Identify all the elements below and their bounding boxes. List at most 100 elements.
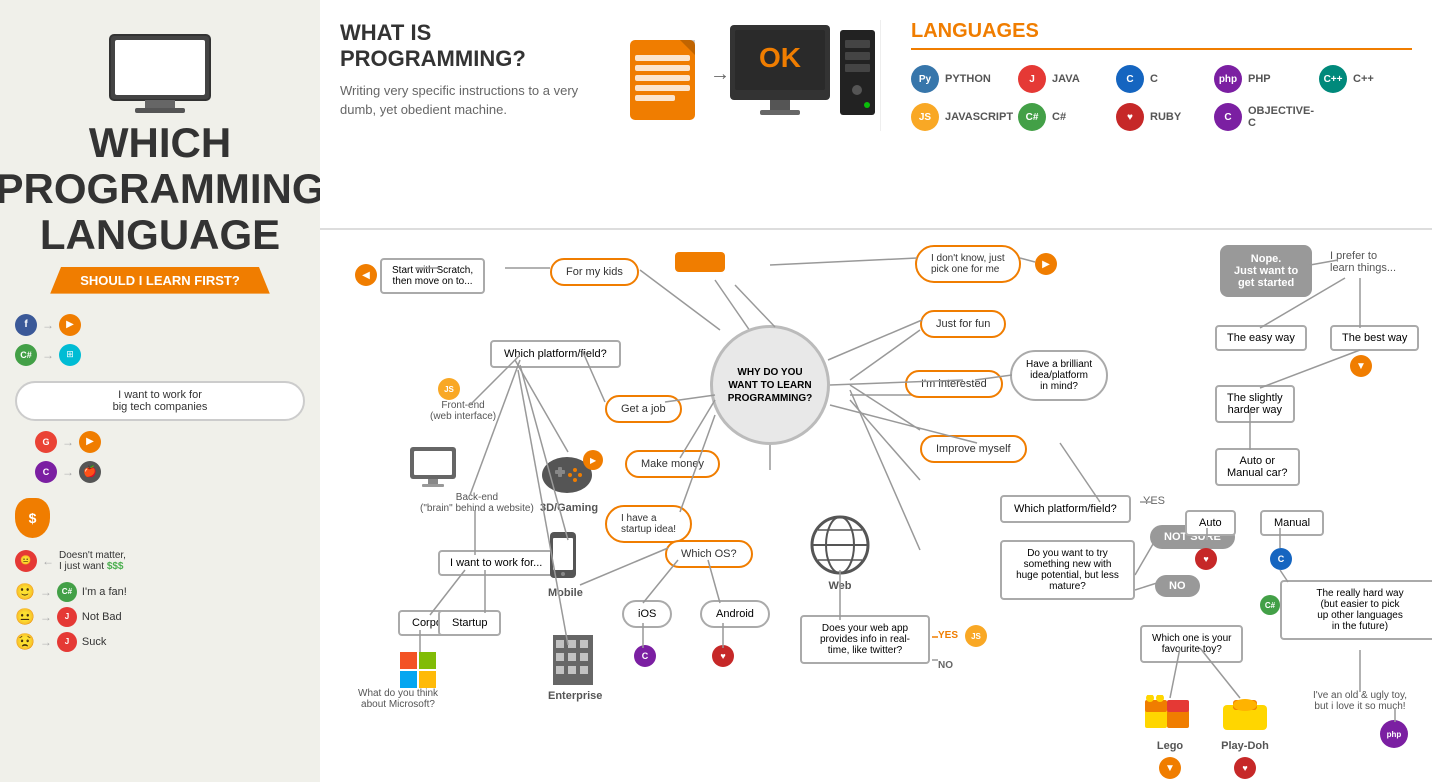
ios-label: iOS [622,600,672,628]
red-face-icon: 😐 [15,550,37,572]
web-globe-label: Web [810,580,870,592]
cpp-icon: C++ [1319,65,1347,93]
central-question-text: WHY DO YOU WANT TO LEARN PROGRAMMING? [713,356,827,415]
manual-label: Manual [1260,510,1324,536]
lang-php: php PHP [1214,65,1314,93]
ruby-circle-android: ♥ [712,645,734,667]
java-icon: J [1018,65,1046,93]
really-hard-node: The really hard way(but easier to pickup… [1280,580,1432,640]
just-for-fun-label: Just for fun [920,310,1006,338]
neutral-face: 😐 [15,607,35,627]
sad-face: 😟 [15,632,35,652]
playdoh-area: Play-Doh ♥ [1215,695,1275,779]
prefer-learn-label: I prefer tolearn things... [1330,250,1396,274]
which-platform-label-2: Which platform/field? [1000,495,1131,523]
ok-computer-svg: → OK [600,20,880,210]
lego-area: Lego ▼ [1140,695,1200,779]
lang-ruby: ♥ RUBY [1116,103,1209,131]
phone-icon [548,530,578,580]
i-want-work-for-label: I want to work for... [438,550,554,576]
i-dont-know-node: I don't know, justpick one for me [915,245,1021,283]
php-icon: php [1214,65,1242,93]
lang-cpp: C++ C++ [1319,65,1412,93]
really-hard-arrow: C# [1260,595,1280,615]
main-title: WHICH PROGRAMMING LANGUAGE [0,120,345,259]
gaming-area: ▶ 3D/Gaming [540,445,598,514]
arrow-icon-1: ▶ [59,314,81,336]
android-label: Android [700,600,770,628]
nope-node: Nope.Just want toget started [1220,245,1312,297]
for-my-kids-label: For my kids [550,258,639,286]
startup-idea-node: I have astartup idea! [605,505,692,543]
i-dont-know-label: I don't know, justpick one for me [915,245,1021,283]
mobile-label: Mobile [548,587,583,599]
computer-graphic: → OK [600,20,880,210]
which-platform-label-1: Which platform/field? [490,340,621,368]
just-for-fun-node: Just for fun [920,310,1006,338]
start-label [675,252,725,272]
im-interested-node: I'm interested [905,370,1003,398]
improve-myself-label: Improve myself [920,435,1027,463]
what-is-heading: WHAT IS PROGRAMMING? [340,20,580,73]
i-want-work-for-node: I want to work for... [438,550,554,576]
csharp-icon-2: C# [57,582,77,602]
svg-text:→: → [710,63,730,85]
apple-icon: 🍎 [79,461,101,483]
js-icon-node: JS [438,378,460,400]
languages-section: LANGUAGES Py PYTHON J JAVA C C php PHP C… [880,20,1412,131]
manual-node: Manual [1260,510,1324,536]
suck-label: Suck [82,636,106,648]
php-icon-bottom: php [1380,720,1408,748]
get-a-job-label: Get a job [605,395,682,423]
im-a-fan-label: I'm a fan! [82,586,127,598]
js-icon-yes: JS [965,625,987,647]
web-globe-area: Web [810,515,870,592]
improve-myself-node: Improve myself [920,435,1027,463]
what-think-microsoft-node: What do you thinkabout Microsoft? [358,688,438,710]
best-way-node: The best way [1330,325,1419,351]
really-hard-label: The really hard way(but easier to pickup… [1280,580,1432,640]
prefer-learn-node: I prefer tolearn things... [1330,250,1396,274]
lego-arrow: ▼ [1159,757,1181,779]
startup-oval-node: Startup [438,610,501,636]
no-label-webapp: NO [938,660,953,671]
frontend-node: Front-end(web interface) [430,400,496,422]
try-new-node: Do you want to try something new with hu… [1000,540,1135,600]
which-os-node: Which OS? [665,540,753,568]
arrow-icon-2: ▶ [79,431,101,453]
lang-javascript: JS JAVASCRIPT [911,103,1013,131]
big-tech-label: I want to work forbig tech companies [15,381,305,421]
no-oval-node: NO [1155,575,1200,597]
what-is-body: Writing very specific instructions to a … [340,81,580,120]
lang-csharp: C# C# [1018,103,1111,131]
make-money-label: Make money [625,450,720,478]
old-ugly-toy-label: I've an old & ugly toy,but i love it so … [1280,690,1432,712]
auto-manual-node: Auto orManual car? [1215,448,1300,486]
js-icon: JS [911,103,939,131]
lang-objc: C OBJECTIVE-C [1214,103,1314,131]
easy-way-node: The easy way [1215,325,1307,351]
playdoh-icon [1215,695,1275,735]
ios-node: iOS [622,600,672,628]
brilliant-idea-label: Have a brilliantidea/platformin mind? [1010,350,1108,401]
c-icon: C [1116,65,1144,93]
mobile-area: Mobile [548,530,583,599]
pick-one-arrow: ▶ [1035,253,1057,275]
im-interested-label: I'm interested [905,370,1003,398]
playdoh-label: Play-Doh [1215,740,1275,752]
gaming-arrow: ▶ [583,450,603,470]
slightly-harder-node: The slightlyharder way [1215,385,1295,423]
playdoh-ruby-icon: ♥ [1234,757,1256,779]
favourite-toy-label: Which one is yourfavourite toy? [1140,625,1243,663]
flowchart-area: WHY DO YOU WANT TO LEARN PROGRAMMING? Fo… [320,230,1432,782]
backend-node: Back-end("brain" behind a website) [420,492,534,514]
lego-icon [1140,695,1200,735]
best-way-label: The best way [1330,325,1419,351]
frontend-label: Front-end(web interface) [430,400,496,422]
no-oval-label: NO [1155,575,1200,597]
backend-label: Back-end("brain" behind a website) [420,492,534,514]
scratch-arrow: ◀ [355,264,377,286]
ruby-icon: ♥ [1116,103,1144,131]
for-my-kids-node: For my kids [550,258,639,286]
top-section: WHAT IS PROGRAMMING? Writing very specif… [320,0,1432,230]
